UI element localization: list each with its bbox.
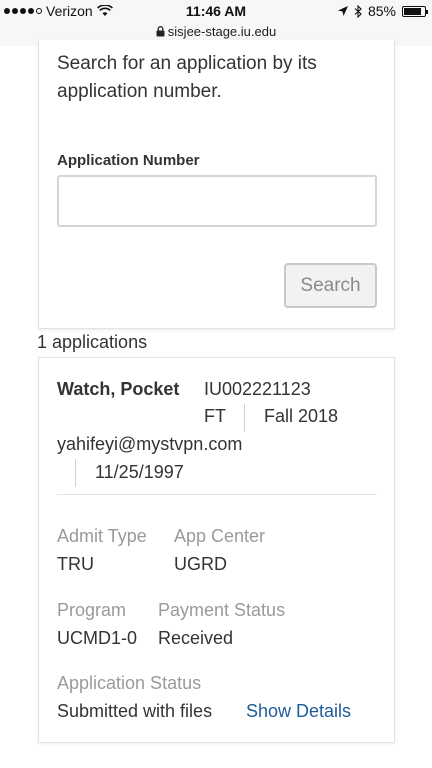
applicant-email: yahifeyi@mystvpn.com <box>57 434 243 454</box>
admit-type-value: TRU <box>57 554 94 574</box>
applicant-birthdate: 11/25/1997 <box>95 462 184 482</box>
admit-type-label: Admit Type <box>57 526 147 546</box>
program-label: Program <box>57 600 127 620</box>
status-right: 85% <box>337 3 428 19</box>
applicant-name: Watch, Pocket <box>57 379 180 399</box>
application-status-value: Submitted with files <box>57 701 213 721</box>
application-number-label: Application Number <box>57 152 200 169</box>
divider <box>244 404 245 432</box>
battery-percent: 85% <box>367 3 396 19</box>
lock-icon <box>156 26 165 37</box>
app-center-value: UGRD <box>174 554 227 574</box>
application-status-label: Application Status <box>57 673 202 693</box>
app-center-label: App Center <box>174 526 266 546</box>
bluetooth-icon <box>354 4 362 18</box>
payment-status-label: Payment Status <box>158 600 286 620</box>
show-details-link[interactable]: Show Details <box>246 701 351 722</box>
divider <box>75 459 76 487</box>
section-divider <box>57 494 377 495</box>
location-arrow-icon <box>337 6 348 16</box>
payment-status-value: Received <box>158 628 234 648</box>
url-bar[interactable]: sisjee-stage.iu.edu <box>0 24 432 39</box>
results-count: 1 applications <box>37 332 148 352</box>
battery-icon <box>402 5 428 17</box>
url-text: sisjee-stage.iu.edu <box>167 24 277 39</box>
admit-term: Fall 2018 <box>264 406 339 426</box>
search-panel: Search for an application by its applica… <box>38 40 395 329</box>
search-instructions: Search for an application by its applica… <box>57 53 317 102</box>
enrollment-status: FT <box>204 406 226 426</box>
application-card: Watch, Pocket IU002221123 FT Fall 2018 y… <box>38 357 395 743</box>
application-number-input[interactable] <box>57 175 377 227</box>
program-value: UCMD1-0 <box>57 628 138 648</box>
application-number: IU002221123 <box>204 379 311 399</box>
search-button[interactable]: Search <box>284 263 377 308</box>
